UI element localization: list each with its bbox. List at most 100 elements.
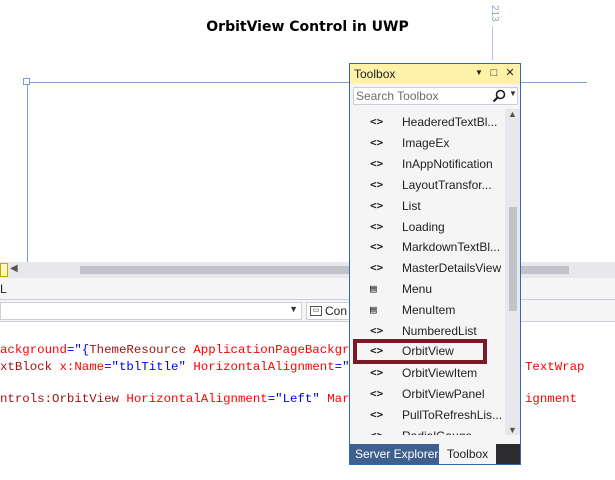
control-icon: ▭: [310, 306, 322, 316]
editor-navigation-bar: ▼ ▭ Con: [0, 300, 615, 322]
toolbox-item-label: OrbitViewPanel: [402, 386, 485, 401]
scrollbar-track-segment[interactable]: [519, 266, 569, 274]
toolbox-item-label: List: [402, 198, 421, 213]
code-brackets-icon: <>: [370, 261, 384, 275]
toolbox-item-menu[interactable]: ▤ Menu: [354, 279, 504, 299]
code-brackets-icon: <>: [370, 324, 384, 337]
code-line[interactable]: ntrols:OrbitView HorizontalAlignment="Le…: [0, 391, 372, 407]
resize-handle[interactable]: [23, 78, 30, 85]
toolbox-item-label: MasterDetailsView: [402, 261, 502, 276]
toolbox-item-menuitem[interactable]: ▤ MenuItem: [354, 300, 504, 320]
toolbox-item-layouttransfor[interactable]: <> LayoutTransfor...: [354, 175, 504, 195]
search-input[interactable]: [356, 88, 486, 104]
scroll-left-icon[interactable]: ◀: [10, 263, 18, 274]
toolbox-item-label: PullToRefreshLis...: [402, 407, 503, 422]
toolbox-item-markdowntextbl[interactable]: <> MarkdownTextBl...: [354, 237, 504, 257]
code-token: ThemeResource: [89, 343, 186, 357]
menu-icon: ▤: [370, 282, 377, 296]
code-token: xtBlock: [0, 360, 53, 374]
toolbox-item-label: Menu: [402, 282, 433, 297]
toolbox-panel: Toolbox ▼ □ ✕ ▼ <> HeaderedTextBl... <> Ima…: [349, 63, 521, 465]
code-token: =": [334, 360, 350, 374]
code-token: Left: [282, 392, 313, 406]
toolbox-item-list[interactable]: <> List: [354, 196, 504, 216]
zoom-box[interactable]: [0, 263, 8, 277]
window-position-dropdown-icon[interactable]: ▼: [472, 66, 486, 80]
code-token: HorizontalAlignment: [118, 392, 268, 406]
page-title: OrbitView Control in UWP: [206, 19, 409, 35]
toolbox-item-pulltorefreshlis[interactable]: <> PullToRefreshLis...: [354, 405, 504, 425]
search-icon[interactable]: [491, 88, 507, 104]
control-dropdown-label: Con: [325, 304, 348, 318]
toolbox-item-list: <> HeaderedTextBl... <> ImageEx <> InAppNotif…: [350, 109, 505, 435]
toolbox-search-box[interactable]: ▼: [353, 87, 518, 105]
tab-server-explorer[interactable]: Server Explorer: [350, 444, 444, 464]
code-token: ="{: [66, 343, 90, 357]
toolbox-item-label: LayoutTransfor...: [402, 177, 492, 192]
code-token: =": [267, 392, 283, 406]
code-token: HorizontalAlignment: [185, 360, 335, 374]
code-token: ackground: [0, 343, 67, 357]
xaml-code-editor[interactable]: ackground="{ThemeResource ApplicationPag…: [0, 322, 615, 480]
toolbox-item-orbitviewpanel[interactable]: <> OrbitViewPanel: [354, 384, 504, 404]
ruler-value: 213: [489, 4, 500, 22]
toolbox-item-label: HeaderedTextBl...: [402, 115, 498, 129]
designer-horizontal-scrollbar[interactable]: ◀: [0, 262, 615, 278]
code-brackets-icon: <>: [370, 219, 384, 233]
code-token: tblTitle: [119, 360, 179, 374]
scrollbar-thumb[interactable]: [80, 266, 350, 274]
code-brackets-icon: <>: [370, 386, 384, 400]
code-token: ": [312, 392, 320, 406]
toolbox-item-headeredtextbl[interactable]: <> HeaderedTextBl...: [354, 112, 504, 132]
toolbox-item-inappnotification[interactable]: <> InAppNotification: [354, 154, 504, 174]
code-brackets-icon: <>: [370, 240, 384, 254]
toolbox-item-imageex[interactable]: <> ImageEx: [354, 133, 504, 153]
menu-item-icon: ▤: [370, 303, 377, 317]
code-line-right-fragment: ignment: [525, 392, 578, 406]
toolbox-item-label: OrbitViewItem: [402, 365, 478, 380]
toolbox-header[interactable]: Toolbox ▼ □ ✕: [350, 64, 520, 84]
scroll-up-icon[interactable]: ▲: [508, 109, 517, 119]
toolbox-item-label: MenuItem: [402, 303, 456, 318]
maximize-icon[interactable]: □: [487, 66, 501, 80]
code-brackets-icon: <>: [370, 343, 384, 357]
chevron-down-icon[interactable]: ▼: [509, 89, 517, 98]
toolbox-item-loading[interactable]: <> Loading: [354, 217, 504, 237]
code-token: ntrols:OrbitView: [0, 392, 119, 406]
scroll-down-icon[interactable]: ▼: [508, 425, 517, 435]
toolbox-item-orbitview[interactable]: <> OrbitView: [353, 338, 487, 364]
code-brackets-icon: <>: [370, 115, 384, 128]
toolbox-item-radialgauge[interactable]: <> RadialGauge: [354, 426, 504, 436]
code-line[interactable]: ackground="{ThemeResource ApplicationPag…: [0, 342, 379, 358]
toolbox-item-label: RadialGauge: [402, 429, 472, 436]
scrollbar-thumb[interactable]: [509, 207, 517, 311]
element-dropdown[interactable]: ▼: [0, 302, 302, 320]
editor-tab-strip: L: [0, 278, 615, 300]
toolbox-item-label: NumberedList: [402, 324, 477, 338]
code-line-right-fragment: TextWrap: [525, 360, 585, 374]
toolbox-item-orbitviewitem[interactable]: <> OrbitViewItem: [354, 363, 504, 383]
toolbox-vertical-scrollbar[interactable]: ▲ ▼: [505, 109, 520, 435]
toolbox-item-label: OrbitView: [402, 343, 454, 358]
code-brackets-icon: <>: [370, 177, 384, 191]
code-line[interactable]: xtBlock x:Name="tblTitle" HorizontalAlig…: [0, 359, 372, 375]
toolbox-item-label: InAppNotification: [402, 156, 493, 171]
toolbox-item-label: Loading: [402, 219, 445, 234]
code-brackets-icon: <>: [370, 428, 384, 436]
code-brackets-icon: <>: [370, 407, 384, 421]
tab-toolbox[interactable]: Toolbox: [439, 444, 496, 464]
close-icon[interactable]: ✕: [503, 66, 517, 80]
toolbox-tab-strip: Server Explorer Toolbox: [350, 444, 520, 464]
ruler-guide: [492, 26, 493, 60]
tab-xaml[interactable]: L: [0, 282, 12, 296]
code-token: =": [104, 360, 119, 374]
code-token: x:Name: [52, 360, 105, 374]
toolbox-item-masterdetailsview[interactable]: <> MasterDetailsView: [354, 258, 504, 278]
toolbox-item-label: MarkdownTextBl...: [402, 240, 501, 255]
code-brackets-icon: <>: [370, 198, 384, 212]
toolbox-item-label: ImageEx: [402, 135, 450, 150]
chevron-down-icon: ▼: [289, 304, 298, 314]
code-brackets-icon: <>: [370, 365, 384, 379]
code-brackets-icon: <>: [370, 135, 384, 149]
toolbox-title: Toolbox: [354, 67, 396, 81]
